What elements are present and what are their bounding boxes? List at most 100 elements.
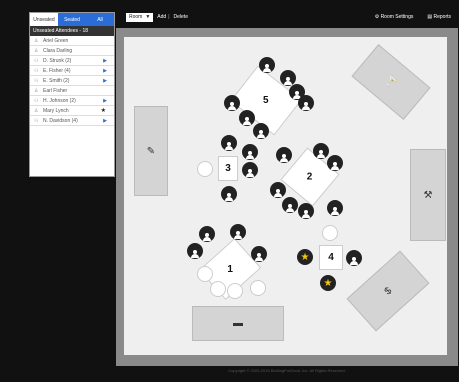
seat[interactable]	[313, 143, 329, 159]
person-icon	[280, 153, 288, 163]
tab-unseated[interactable]: Unseated	[30, 13, 58, 26]
expand-arrow-icon[interactable]: ▶	[103, 118, 107, 124]
expand-arrow-icon[interactable]: ▶	[103, 98, 107, 104]
copyright-footer: Copyright © 2009-2015 BiddingForGood, In…	[228, 368, 346, 373]
room-settings-link[interactable]: ⚙ Room Settings	[375, 14, 414, 20]
empty-seat[interactable]	[197, 161, 213, 177]
attendee-name: Mary Lynch	[43, 107, 69, 114]
starred-seat[interactable]: ★	[297, 249, 313, 265]
expand-arrow-icon[interactable]: ▶	[103, 58, 107, 64]
list-item[interactable]: ♙ Ariel Green	[30, 36, 114, 46]
list-item[interactable]: ⚇ H. Johnson (2) ▶	[30, 96, 114, 106]
person-icon	[203, 232, 211, 242]
seat[interactable]	[327, 200, 343, 216]
seat[interactable]	[270, 182, 286, 198]
room-dropdown[interactable]: Room ▼	[126, 12, 154, 22]
gear-icon: ⚙	[374, 14, 380, 20]
add-link[interactable]: Add	[157, 14, 166, 20]
toolbar-separator: |	[168, 14, 170, 20]
tab-seated[interactable]: Seated	[58, 13, 86, 26]
room-toolbar: Room ▼ Add | Delete ⚙ Room Settings ▤ Re…	[121, 12, 451, 22]
stage[interactable]: ▬	[192, 306, 284, 341]
list-item[interactable]: ⚇ N. Davidson (4) ▶	[30, 116, 114, 126]
dollar-icon: $	[382, 285, 394, 297]
seat[interactable]	[253, 123, 269, 139]
list-item[interactable]: ⚇ E. Smith (2) ▶	[30, 76, 114, 86]
expand-arrow-icon[interactable]: ▶	[103, 78, 107, 84]
starred-seat[interactable]: ★	[320, 275, 336, 291]
attendee-name: Ariel Green	[43, 37, 69, 44]
seat[interactable]	[187, 243, 203, 259]
reports-link[interactable]: ▤ Reports	[427, 14, 451, 20]
seat[interactable]	[327, 155, 343, 171]
table-4[interactable]: 4	[319, 245, 343, 270]
tab-all[interactable]: All	[86, 13, 114, 26]
seat[interactable]	[199, 226, 215, 242]
seat[interactable]	[221, 135, 237, 151]
table-number: 5	[263, 95, 269, 106]
empty-seat[interactable]	[210, 281, 226, 297]
attendee-list-header: Unseated Attendees - 18	[30, 26, 114, 36]
attendee-name: H. Johnson (2)	[43, 97, 76, 104]
star-icon: ★	[323, 277, 333, 289]
person-icon	[225, 192, 233, 202]
person-icon	[331, 206, 339, 216]
room-canvas: ✎ 🍸 ⚒ $ ▬ 5 3 2 4 ★ ★ 1	[116, 28, 458, 366]
list-item[interactable]: ⚇ E. Fisher (4) ▶	[30, 66, 114, 76]
seat[interactable]	[242, 144, 258, 160]
table-number: 2	[307, 171, 313, 183]
attendee-name: N. Davidson (4)	[43, 117, 78, 124]
seat[interactable]	[259, 57, 275, 73]
seat[interactable]	[251, 246, 267, 262]
person-icon	[286, 203, 294, 213]
empty-seat[interactable]	[250, 280, 266, 296]
attendee-panel: Unseated Seated All Unseated Attendees -…	[29, 12, 115, 177]
person-icon	[257, 129, 265, 139]
bar-station[interactable]: 🍸	[351, 44, 431, 120]
person-icon	[317, 149, 325, 159]
attendee-list: ♙ Ariel Green ♙ Clara Darling ⚇ D. Strunk (2)…	[30, 36, 114, 126]
seat[interactable]	[242, 162, 258, 178]
chevron-down-icon: ▼	[145, 14, 151, 20]
seat[interactable]	[239, 110, 255, 126]
seat[interactable]	[276, 147, 292, 163]
seat[interactable]	[221, 186, 237, 202]
person-icon	[228, 101, 236, 111]
room-floor[interactable]: ✎ 🍸 ⚒ $ ▬ 5 3 2 4 ★ ★ 1	[124, 37, 447, 355]
document-icon: ▤	[427, 14, 433, 20]
delete-link[interactable]: Delete	[174, 14, 188, 20]
person-icon	[243, 116, 251, 126]
attendee-name: D. Strunk (2)	[43, 57, 72, 64]
seat[interactable]	[298, 95, 314, 111]
seat[interactable]	[282, 197, 298, 213]
person-icon	[246, 150, 254, 160]
group-icon: ⚇	[34, 57, 39, 64]
expand-arrow-icon[interactable]: ▶	[103, 68, 107, 74]
auction-station[interactable]: ⚒	[410, 149, 446, 241]
list-item[interactable]: ♙ Earl Fisher	[30, 86, 114, 96]
table-3[interactable]: 3	[218, 156, 238, 181]
check-in-station[interactable]: ✎	[134, 106, 168, 196]
person-icon	[255, 252, 263, 262]
group-icon: ⚇	[34, 97, 39, 104]
person-icon: ♙	[34, 47, 39, 54]
list-item[interactable]: ♙ Mary Lynch ★	[30, 106, 114, 116]
attendee-tabs: Unseated Seated All	[30, 13, 114, 26]
seat[interactable]	[230, 224, 246, 240]
seat[interactable]	[298, 203, 314, 219]
person-icon	[302, 101, 310, 111]
list-item[interactable]: ⚇ D. Strunk (2) ▶	[30, 56, 114, 66]
attendee-name: E. Smith (2)	[43, 77, 70, 84]
person-icon	[284, 76, 292, 86]
person-icon: ♙	[34, 37, 39, 44]
star-icon: ★	[100, 108, 106, 114]
empty-seat[interactable]	[227, 283, 243, 299]
empty-seat[interactable]	[197, 266, 213, 282]
podium-icon: ▬	[233, 318, 243, 329]
list-item[interactable]: ♙ Clara Darling	[30, 46, 114, 56]
seat[interactable]	[224, 95, 240, 111]
person-icon: ♙	[34, 107, 39, 114]
cocktail-icon: 🍸	[382, 73, 400, 91]
empty-seat[interactable]	[322, 225, 338, 241]
seat[interactable]	[346, 250, 362, 266]
